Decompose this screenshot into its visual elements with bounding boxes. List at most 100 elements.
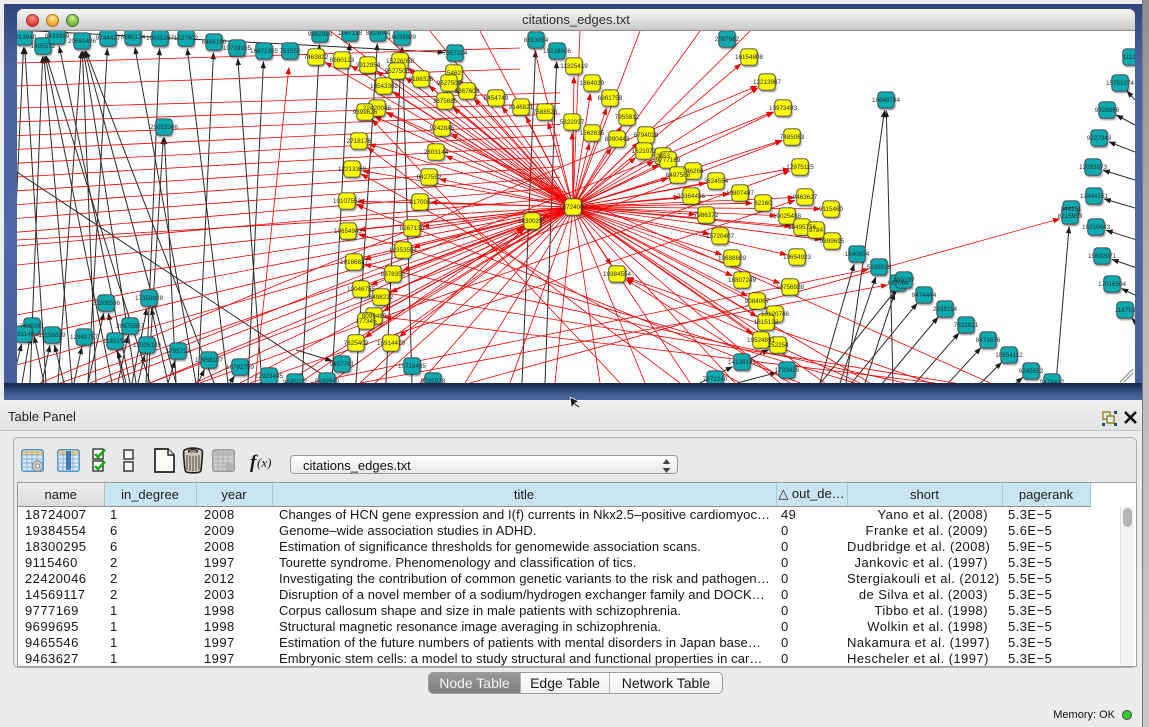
svg-text:19218506: 19218506 xyxy=(543,48,572,55)
svg-text:10756928: 10756928 xyxy=(776,284,805,291)
svg-text:20364456: 20364456 xyxy=(677,193,706,200)
svg-text:9463627: 9463627 xyxy=(793,194,818,201)
svg-text:62160: 62160 xyxy=(754,200,772,207)
svg-text:16154808: 16154808 xyxy=(735,54,764,61)
svg-text:39975867: 39975867 xyxy=(116,323,145,330)
svg-text:16782759: 16782759 xyxy=(226,364,255,371)
svg-text:1864039: 1864039 xyxy=(580,80,605,87)
svg-text:10973493: 10973493 xyxy=(769,105,798,112)
svg-text:19384554: 19384554 xyxy=(603,271,632,278)
svg-text:2667608: 2667608 xyxy=(455,88,480,95)
svg-text:2935114: 2935114 xyxy=(933,306,958,313)
svg-text:15751074: 15751074 xyxy=(1106,80,1135,87)
svg-text:15226058: 15226058 xyxy=(386,58,415,65)
svg-text:9744427: 9744427 xyxy=(96,35,121,42)
svg-text:16671355: 16671355 xyxy=(250,48,279,55)
svg-text:9527500: 9527500 xyxy=(385,68,410,75)
svg-text:9784: 9784 xyxy=(809,227,824,234)
svg-text:2803144: 2803144 xyxy=(424,149,449,156)
svg-text:(x): (x) xyxy=(257,455,271,470)
svg-text:12353594: 12353594 xyxy=(389,247,418,254)
svg-text:11120: 11120 xyxy=(1123,54,1135,61)
svg-text:6498222: 6498222 xyxy=(369,294,394,301)
svg-text:10807487: 10807487 xyxy=(726,190,755,197)
svg-text:7435061: 7435061 xyxy=(20,323,45,330)
svg-text:8813054: 8813054 xyxy=(524,37,549,44)
svg-text:9084067: 9084067 xyxy=(745,298,770,305)
svg-text:1795723: 1795723 xyxy=(166,348,191,355)
svg-text:14136141: 14136141 xyxy=(728,359,757,366)
svg-text:116753: 116753 xyxy=(1115,307,1135,314)
svg-text:391140: 391140 xyxy=(17,331,35,338)
svg-text:8267130: 8267130 xyxy=(400,225,425,232)
svg-text:9035978: 9035978 xyxy=(421,378,446,383)
svg-text:7463822: 7463822 xyxy=(304,54,329,61)
svg-text:12093873: 12093873 xyxy=(1079,164,1108,171)
svg-text:20206536: 20206536 xyxy=(92,300,121,307)
svg-text:7485063: 7485063 xyxy=(780,134,805,141)
svg-text:6961758: 6961758 xyxy=(598,95,623,102)
svg-text:18300295: 18300295 xyxy=(518,218,547,225)
svg-text:5822037: 5822037 xyxy=(560,119,585,126)
svg-text:9227343: 9227343 xyxy=(1087,135,1112,142)
svg-text:9115460: 9115460 xyxy=(819,206,844,213)
svg-text:9146821: 9146821 xyxy=(509,104,534,111)
svg-text:16543362: 16543362 xyxy=(370,83,399,90)
svg-text:2718176: 2718176 xyxy=(347,138,372,145)
svg-text:17016504: 17016504 xyxy=(1098,281,1127,288)
svg-text:9399626: 9399626 xyxy=(353,109,378,116)
svg-text:12213967: 12213967 xyxy=(753,79,782,86)
svg-text:8454749: 8454749 xyxy=(484,95,509,102)
svg-text:10120746: 10120746 xyxy=(761,311,790,318)
svg-text:12942757: 12942757 xyxy=(70,334,99,341)
svg-text:889197: 889197 xyxy=(893,277,915,284)
svg-text:6794028: 6794028 xyxy=(634,132,659,139)
svg-text:1615132: 1615132 xyxy=(754,319,779,326)
svg-text:12213369: 12213369 xyxy=(338,166,367,173)
svg-text:8186328: 8186328 xyxy=(409,76,434,83)
svg-text:1562635: 1562635 xyxy=(580,130,605,137)
svg-text:8471676: 8471676 xyxy=(976,337,1001,344)
svg-text:12444151: 12444151 xyxy=(1080,193,1109,200)
svg-text:19166827: 19166827 xyxy=(340,259,369,266)
svg-text:10107553: 10107553 xyxy=(333,198,362,205)
svg-text:3624554: 3624554 xyxy=(704,178,729,185)
svg-text:15720407: 15720407 xyxy=(706,233,735,240)
svg-text:2087682: 2087682 xyxy=(715,36,740,43)
svg-text:12923445: 12923445 xyxy=(255,373,284,380)
svg-text:9474444: 9474444 xyxy=(912,292,937,299)
svg-text:9245072: 9245072 xyxy=(283,379,308,383)
svg-text:8990443: 8990443 xyxy=(605,136,630,143)
svg-text:16033809: 16033809 xyxy=(388,34,417,41)
svg-text:1145194: 1145194 xyxy=(103,338,128,345)
svg-text:7986372: 7986372 xyxy=(694,212,719,219)
svg-text:15692971: 15692971 xyxy=(1088,253,1117,260)
svg-text:10654943: 10654943 xyxy=(334,228,363,235)
svg-text:16648784: 16648784 xyxy=(872,97,901,104)
svg-text:7632621: 7632621 xyxy=(954,322,979,329)
svg-text:7955812: 7955812 xyxy=(615,114,640,121)
svg-text:20691406: 20691406 xyxy=(68,38,97,45)
svg-text:9433399: 9433399 xyxy=(45,33,70,40)
svg-text:9862998: 9862998 xyxy=(308,31,333,38)
svg-text:1167138: 1167138 xyxy=(338,31,363,37)
svg-text:10958107: 10958107 xyxy=(195,357,224,364)
svg-text:18807249: 18807249 xyxy=(728,277,757,284)
svg-text:1621072: 1621072 xyxy=(632,148,657,155)
svg-text:317006: 317006 xyxy=(409,199,431,206)
svg-text:1527602: 1527602 xyxy=(174,35,199,42)
svg-text:18724007: 18724007 xyxy=(559,204,588,211)
svg-text:12975115: 12975115 xyxy=(786,164,814,171)
svg-text:8427552: 8427552 xyxy=(417,174,442,181)
svg-text:10688609: 10688609 xyxy=(718,255,747,262)
svg-text:11156829: 11156829 xyxy=(38,332,66,339)
svg-text:252254: 252254 xyxy=(767,342,789,349)
svg-text:9527508: 9527508 xyxy=(437,80,462,87)
svg-text:5462: 5462 xyxy=(447,70,462,77)
svg-text:9474412: 9474412 xyxy=(1040,379,1065,383)
svg-text:9777169: 9777169 xyxy=(656,157,681,164)
svg-text:11325419: 11325419 xyxy=(560,63,588,70)
svg-text:10654112: 10654112 xyxy=(995,352,1023,359)
svg-text:10719155: 10719155 xyxy=(223,45,252,52)
svg-text:5938923: 5938923 xyxy=(867,264,892,271)
